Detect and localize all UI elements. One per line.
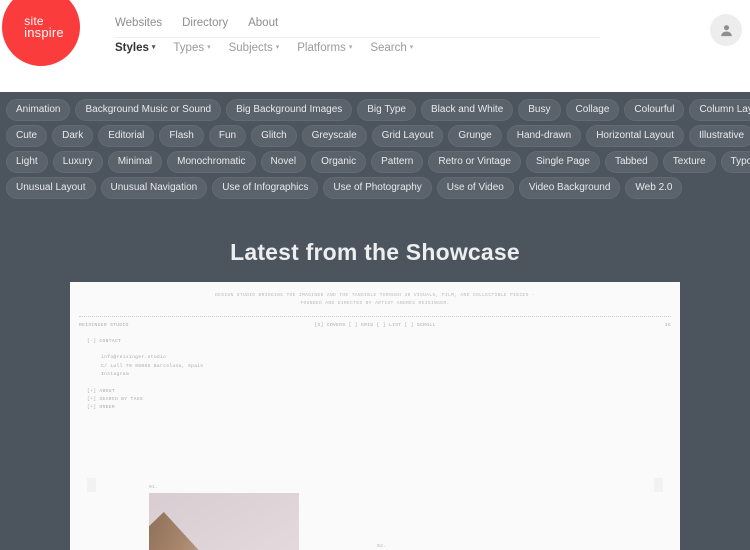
style-tag-minimal[interactable]: Minimal	[107, 151, 163, 173]
nav-item-types[interactable]: Types ▾	[173, 42, 210, 54]
preview-studio-name: REISINGER STUDIO	[79, 323, 129, 328]
nav-item-styles[interactable]: Styles ▾	[115, 42, 155, 54]
nav-item-platforms-label: Platforms	[297, 42, 346, 54]
style-tag-black-and-white[interactable]: Black and White	[421, 99, 514, 121]
preview-menu-item[interactable]: [+] ABOUT	[79, 388, 671, 396]
preview-item-number-02: 02.	[377, 544, 387, 549]
style-tag-collage[interactable]: Collage	[565, 99, 620, 121]
style-tag-retro-or-vintage[interactable]: Retro or Vintage	[428, 151, 521, 173]
user-avatar[interactable]	[710, 14, 742, 46]
preview-dotted-divider	[79, 316, 671, 317]
style-tag-fun[interactable]: Fun	[208, 125, 247, 147]
style-tag-editorial[interactable]: Editorial	[98, 125, 155, 147]
style-tag-grid-layout[interactable]: Grid Layout	[371, 125, 444, 147]
style-tag-colourful[interactable]: Colourful	[624, 99, 685, 121]
style-tag-video-background[interactable]: Video Background	[518, 177, 621, 199]
preview-item-number-01: 01.	[149, 485, 159, 490]
style-tag-horizontal-layout[interactable]: Horizontal Layout	[586, 125, 685, 147]
nav-item-websites[interactable]: Websites	[115, 17, 162, 29]
style-tag-organic[interactable]: Organic	[311, 151, 367, 173]
chevron-down-icon: ▾	[151, 44, 156, 51]
showcase-preview-card[interactable]: DESIGN STUDIO BRIDGING THE IMAGINED AND …	[70, 282, 680, 550]
preview-instagram-link[interactable]: IG	[665, 323, 671, 328]
site-header: site inspire Websites Directory About St…	[0, 0, 750, 92]
preview-menu-item[interactable]: Instagram	[79, 371, 671, 379]
style-tag-typographic[interactable]: Typographic	[720, 151, 750, 173]
style-tag-big-type[interactable]: Big Type	[357, 99, 416, 121]
tag-row: Animation Background Music or Sound Big Ba…	[6, 99, 750, 121]
style-tag-unusual-layout[interactable]: Unusual Layout	[6, 177, 96, 199]
style-tag-use-of-video[interactable]: Use of Video	[436, 177, 514, 199]
preview-menu-item[interactable]: [-] CONTACT	[79, 338, 671, 346]
style-tag-big-background-images[interactable]: Big Background Images	[226, 99, 353, 121]
nav-item-subjects[interactable]: Subjects ▾	[229, 42, 280, 54]
primary-nav: Websites Directory About	[115, 17, 278, 29]
nav-item-search-label: Search	[370, 42, 407, 54]
style-tag-background-music-or-sound[interactable]: Background Music or Sound	[75, 99, 222, 121]
preview-menu-item[interactable]: [+] SEARCH BY TAGS	[79, 396, 671, 404]
preview-thumbnail-shape	[149, 512, 217, 550]
style-tag-flash[interactable]: Flash	[159, 125, 204, 147]
style-tag-column-layout[interactable]: Column Layout	[689, 99, 750, 121]
tag-row: Light Luxury Minimal Monochromatic Novel Orga…	[6, 151, 750, 173]
style-tag-luxury[interactable]: Luxury	[52, 151, 103, 173]
preview-menu-item[interactable]: info@reisinger.studio	[79, 354, 671, 362]
style-tag-animation[interactable]: Animation	[6, 99, 71, 121]
style-tag-greyscale[interactable]: Greyscale	[301, 125, 367, 147]
preview-hero-line-1: DESIGN STUDIO BRIDGING THE IMAGINED AND …	[215, 293, 535, 298]
nav-item-directory[interactable]: Directory	[182, 17, 228, 29]
style-tag-dark[interactable]: Dark	[52, 125, 94, 147]
nav-item-about[interactable]: About	[248, 17, 278, 29]
style-tag-novel[interactable]: Novel	[260, 151, 307, 173]
preview-view-modes[interactable]: [X] COVERS [ ] GRID [ ] LIST [ ] SCROLL	[314, 323, 435, 328]
preview-toolbar: REISINGER STUDIO [X] COVERS [ ] GRID [ ]…	[79, 323, 671, 335]
nav-item-styles-label: Styles	[115, 42, 149, 54]
style-tag-busy[interactable]: Busy	[518, 99, 561, 121]
style-tag-texture[interactable]: Texture	[662, 151, 716, 173]
style-tag-pattern[interactable]: Pattern	[371, 151, 424, 173]
style-tag-web-2-0[interactable]: Web 2.0	[625, 177, 683, 199]
preview-menu-item[interactable]: C/ Lull 70 08005 Barcelona, Spain	[79, 363, 671, 371]
style-tag-hand-drawn[interactable]: Hand-drawn	[506, 125, 582, 147]
preview-menu-item[interactable]: [+] ORDER	[79, 404, 671, 412]
logo-line-2: inspire	[24, 24, 64, 40]
arrow-right-icon[interactable]	[654, 478, 663, 492]
secondary-nav: Styles ▾ Types ▾ Subjects ▾ Platforms ▾ …	[115, 42, 413, 54]
preview-thumbnail-image	[149, 493, 299, 550]
nav-item-platforms[interactable]: Platforms ▾	[297, 42, 352, 54]
nav-item-types-label: Types	[173, 42, 205, 54]
nav-item-search[interactable]: Search ▾	[370, 42, 413, 54]
style-tag-use-of-infographics[interactable]: Use of Infographics	[212, 177, 319, 199]
chevron-down-icon: ▾	[275, 44, 280, 51]
tag-row: Unusual Layout Unusual Navigation Use of I…	[6, 177, 744, 199]
style-tag-light[interactable]: Light	[6, 151, 48, 173]
style-tag-grunge[interactable]: Grunge	[448, 125, 502, 147]
chevron-down-icon: ▾	[207, 44, 211, 51]
arrow-left-icon[interactable]	[87, 478, 96, 492]
nav-item-subjects-label: Subjects	[228, 42, 273, 54]
nav-divider	[115, 37, 600, 38]
user-avatar-icon	[720, 24, 732, 36]
preview-hero-text: DESIGN STUDIO BRIDGING THE IMAGINED AND …	[70, 282, 680, 308]
preview-menu: [-] CONTACT info@reisinger.studio C/ Lull …	[79, 338, 671, 413]
style-tag-monochromatic[interactable]: Monochromatic	[167, 151, 256, 173]
chevron-down-icon: ▾	[409, 44, 414, 51]
style-tag-filter-bar: Animation Background Music or Sound Big Ba…	[0, 92, 750, 221]
site-logo[interactable]: site inspire	[2, 0, 80, 66]
tag-row: Cute Dark Editorial Flash Fun Glitch Greyscale…	[6, 125, 750, 147]
style-tag-glitch[interactable]: Glitch	[251, 125, 297, 147]
preview-hero-line-2: FOUNDED AND DIRECTED BY ARTIST ANDRÉS RE…	[300, 301, 450, 306]
style-tag-tabbed[interactable]: Tabbed	[604, 151, 658, 173]
showcase-heading: Latest from the Showcase	[230, 239, 520, 265]
style-tag-illustrative[interactable]: Illustrative	[689, 125, 750, 147]
preview-menu-spacer	[79, 346, 671, 354]
style-tag-cute[interactable]: Cute	[6, 125, 48, 147]
style-tag-use-of-photography[interactable]: Use of Photography	[323, 177, 432, 199]
chevron-down-icon: ▾	[348, 44, 353, 51]
preview-menu-spacer	[79, 380, 671, 388]
style-tag-single-page[interactable]: Single Page	[526, 151, 600, 173]
style-tag-unusual-navigation[interactable]: Unusual Navigation	[100, 177, 208, 199]
